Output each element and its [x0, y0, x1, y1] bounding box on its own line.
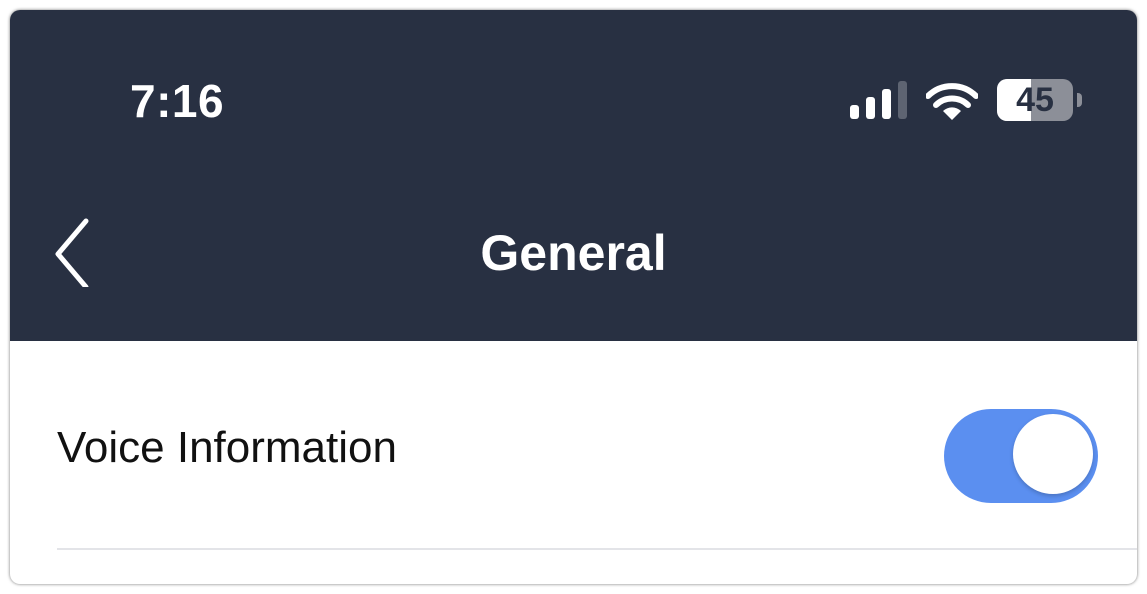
- row-divider: [57, 548, 1137, 550]
- voice-information-row[interactable]: Voice Information: [10, 341, 1137, 551]
- signal-bar: [898, 81, 907, 119]
- battery-body: 45: [997, 79, 1073, 121]
- wifi-icon: [925, 82, 979, 122]
- status-time: 7:16: [130, 75, 225, 127]
- toggle-knob: [1013, 414, 1093, 494]
- app-window: 7:16 45 General Voice Information: [10, 10, 1137, 584]
- voice-information-toggle[interactable]: [944, 409, 1098, 503]
- voice-information-label: Voice Information: [57, 423, 397, 472]
- header: 7:16 45 General: [10, 10, 1137, 341]
- cellular-signal-icon: [850, 81, 910, 119]
- signal-bar: [866, 97, 875, 119]
- battery-nub: [1077, 93, 1082, 107]
- signal-bar: [882, 89, 891, 119]
- signal-bar: [850, 105, 859, 119]
- page-title: General: [480, 225, 667, 281]
- battery-level: 45: [1016, 81, 1054, 119]
- battery-icon: 45: [997, 79, 1087, 121]
